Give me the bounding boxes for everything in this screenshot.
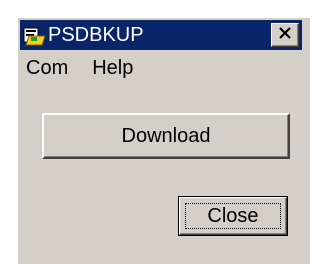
close-button-label: Close [185, 203, 281, 229]
close-icon [278, 26, 292, 44]
menu-help[interactable]: Help [86, 56, 139, 80]
menu-com[interactable]: Com [20, 56, 74, 80]
psdbkup-window: PSDBKUP Com Help Download Close [17, 17, 310, 264]
window-title: PSDBKUP [48, 24, 144, 46]
title-close-button[interactable] [271, 23, 299, 47]
app-folder-icon [23, 24, 47, 46]
menu-bar: Com Help [20, 56, 139, 80]
title-bar[interactable]: PSDBKUP [20, 20, 302, 50]
close-button[interactable]: Close [178, 196, 288, 236]
download-button[interactable]: Download [42, 113, 290, 159]
